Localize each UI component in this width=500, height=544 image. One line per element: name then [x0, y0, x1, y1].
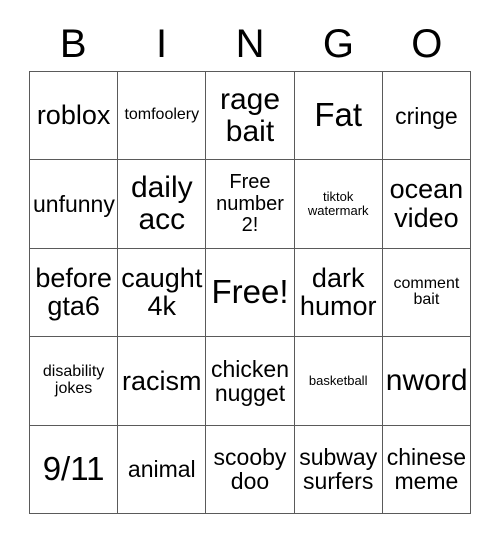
bingo-card: B I N G O roblox tomfoolery rage bait Fa… [0, 0, 500, 544]
bingo-cell-label: animal [127, 456, 196, 483]
header-letter-b: B [59, 22, 87, 66]
bingo-cell[interactable]: roblox [30, 72, 119, 161]
bingo-cell-label: disability jokes [42, 362, 105, 397]
bingo-grid: roblox tomfoolery rage bait Fat cringe u… [29, 71, 471, 514]
bingo-cell-label: chicken nugget [211, 355, 289, 406]
bingo-cell-label: chinese meme [386, 443, 467, 495]
bingo-cell-label: before gta6 [35, 262, 112, 322]
bingo-cell-label: Free number 2! [216, 171, 284, 236]
bingo-cell-label: cringe [395, 102, 458, 129]
bingo-header-row: B I N G O [29, 18, 471, 70]
bingo-cell-label: daily acc [130, 171, 193, 237]
bingo-cell-label: Free! [211, 273, 289, 310]
header-letter-n: N [235, 22, 265, 66]
bingo-cell[interactable]: animal [118, 425, 207, 514]
bingo-cell-label: caught 4k [121, 262, 203, 322]
bingo-cell-label: racism [122, 365, 202, 396]
bingo-cell[interactable]: Fat [294, 72, 383, 161]
bingo-cell-label: dark humor [299, 262, 377, 322]
bingo-cell[interactable]: daily acc [118, 160, 207, 249]
bingo-cell[interactable]: racism [118, 337, 207, 426]
bingo-cell-label: unfunny [33, 190, 115, 217]
bingo-cell[interactable]: ocean video [382, 160, 471, 249]
bingo-cell-label: nword [385, 363, 468, 397]
bingo-cell[interactable]: scooby doo [206, 425, 295, 514]
bingo-cell-label: subway surfers [299, 443, 378, 495]
bingo-cell-label: ocean video [389, 174, 464, 234]
bingo-cell[interactable]: dark humor [294, 248, 383, 338]
header-letter-g: G [322, 22, 354, 66]
bingo-cell[interactable]: comment bait [382, 248, 471, 338]
bingo-cell[interactable]: chicken nugget [206, 337, 295, 426]
bingo-cell[interactable]: Free number 2! [206, 160, 295, 249]
header-letter-o: O [411, 22, 443, 66]
bingo-cell-label: basketball [308, 373, 368, 388]
bingo-cell-label: 9/11 [42, 449, 105, 487]
bingo-cell[interactable]: subway surfers [294, 425, 383, 514]
bingo-cell[interactable]: unfunny [30, 160, 119, 249]
bingo-cell[interactable]: rage bait [206, 72, 295, 161]
bingo-cell[interactable]: 9/11 [30, 425, 119, 514]
bingo-cell[interactable]: chinese meme [382, 425, 471, 514]
bingo-cell[interactable]: before gta6 [30, 248, 119, 338]
bingo-cell-label: comment bait [393, 274, 460, 309]
bingo-cell-free-space[interactable]: Free! [206, 248, 295, 338]
bingo-cell[interactable]: caught 4k [118, 248, 207, 338]
bingo-cell-label: Fat [314, 96, 363, 134]
bingo-cell[interactable]: basketball [294, 337, 383, 426]
bingo-cell[interactable]: tiktok watermark [294, 160, 383, 249]
bingo-cell-label: rage bait [219, 82, 281, 148]
bingo-cell-label: scooby doo [213, 443, 287, 495]
bingo-cell[interactable]: disability jokes [30, 337, 119, 426]
bingo-cell-label: tiktok watermark [307, 189, 369, 219]
bingo-cell[interactable]: tomfoolery [118, 72, 207, 161]
bingo-cell[interactable]: nword [382, 337, 471, 426]
bingo-cell-label: tomfoolery [124, 106, 200, 124]
bingo-cell[interactable]: cringe [382, 72, 471, 161]
bingo-cell-label: roblox [36, 100, 111, 131]
header-letter-i: I [156, 22, 168, 66]
